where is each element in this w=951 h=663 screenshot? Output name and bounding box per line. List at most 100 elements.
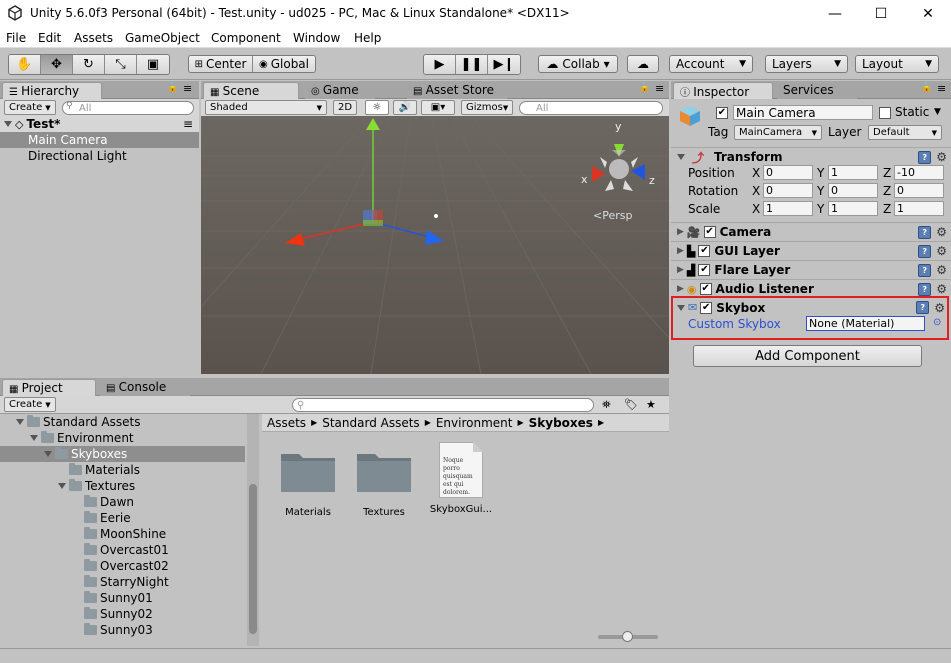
menu-window[interactable]: Window xyxy=(293,31,340,45)
close-button[interactable]: ✕ xyxy=(905,0,951,28)
layout-dropdown[interactable]: Layout ▼ xyxy=(855,55,939,73)
static-checkbox[interactable] xyxy=(879,107,891,119)
gear-icon[interactable]: ⚙ xyxy=(936,225,947,239)
minimize-button[interactable]: — xyxy=(812,0,858,28)
tree-item-dawn[interactable]: Dawn xyxy=(0,494,245,510)
breadcrumb-standard-assets[interactable]: Standard Assets xyxy=(322,416,419,430)
breadcrumb-assets[interactable]: Assets xyxy=(267,416,306,430)
layers-dropdown[interactable]: Layers ▼ xyxy=(765,55,848,73)
mode-2d-button[interactable]: 2D xyxy=(333,100,357,115)
create-dropdown[interactable]: Create ▼ xyxy=(4,100,56,115)
tab-asset-store[interactable]: ▤ Asset Store xyxy=(407,82,507,99)
component-enabled-checkbox[interactable]: ✔ xyxy=(699,283,712,295)
tab-game[interactable]: ◎ Game xyxy=(305,82,375,99)
foldout-arrow-icon[interactable]: ▶ xyxy=(677,246,684,256)
panel-menu-icon[interactable]: ≡ xyxy=(937,82,946,95)
menu-component[interactable]: Component xyxy=(211,31,281,45)
rotation-y-input[interactable]: 0 xyxy=(828,183,878,198)
scene-root-row[interactable]: ◇ Test* ≡ xyxy=(0,116,199,132)
tree-item-overcast02[interactable]: Overcast02 xyxy=(0,558,245,574)
tree-item-starrynight[interactable]: StarryNight xyxy=(0,574,245,590)
asset-folder-materials[interactable]: Materials xyxy=(278,448,338,528)
gear-icon[interactable]: ⚙ xyxy=(936,244,947,258)
foldout-arrow-icon[interactable]: ▶ xyxy=(677,227,684,237)
rotation-z-input[interactable]: 0 xyxy=(894,183,944,198)
lighting-toggle-icon[interactable]: ☼ xyxy=(365,100,389,115)
component-enabled-checkbox[interactable]: ✔ xyxy=(698,245,711,257)
custom-skybox-field[interactable]: None (Material) xyxy=(806,316,925,331)
panel-menu-icon[interactable]: ≡ xyxy=(183,82,192,95)
gear-icon[interactable]: ⚙ xyxy=(936,263,947,277)
flare-layer-component-header[interactable]: ▶ ▟ ✔ Flare Layer ? ⚙ xyxy=(671,260,951,279)
tree-item-overcast01[interactable]: Overcast01 xyxy=(0,542,245,558)
gear-icon[interactable]: ⚙ xyxy=(934,301,945,315)
play-button[interactable]: ▶ xyxy=(424,55,456,74)
lock-icon[interactable]: 🔒 xyxy=(167,83,178,93)
menu-assets[interactable]: Assets xyxy=(74,31,113,45)
hierarchy-item-main-camera[interactable]: Main Camera xyxy=(0,132,199,148)
tag-dropdown[interactable]: MainCamera ▼ xyxy=(734,125,822,140)
scene-viewport[interactable]: y x z <Persp xyxy=(201,116,669,374)
tree-item-skyboxes[interactable]: Skyboxes xyxy=(0,446,245,462)
account-dropdown[interactable]: Account ▼ xyxy=(669,55,753,73)
scene-search-input[interactable]: All xyxy=(519,101,663,115)
panel-menu-icon[interactable]: ≡ xyxy=(655,82,664,95)
tab-console[interactable]: ▤ Console xyxy=(100,379,190,396)
tree-item-eerie[interactable]: Eerie xyxy=(0,510,245,526)
maximize-button[interactable]: ☐ xyxy=(858,0,904,28)
scale-y-input[interactable]: 1 xyxy=(828,201,878,216)
component-enabled-checkbox[interactable]: ✔ xyxy=(700,301,713,314)
tree-item-materials[interactable]: Materials xyxy=(0,462,245,478)
add-component-button[interactable]: Add Component xyxy=(693,345,922,367)
tree-item-moonshine[interactable]: MoonShine xyxy=(0,526,245,542)
tab-hierarchy[interactable]: ☰ Hierarchy xyxy=(2,82,102,99)
expand-arrow-icon[interactable] xyxy=(4,121,12,127)
position-y-input[interactable]: 1 xyxy=(828,165,878,180)
rect-icon[interactable]: ▣ xyxy=(137,55,169,74)
breadcrumb-environment[interactable]: Environment xyxy=(436,416,513,430)
menu-edit[interactable]: Edit xyxy=(38,31,61,45)
expand-arrow-icon[interactable] xyxy=(30,435,38,441)
foldout-arrow-icon[interactable]: ▶ xyxy=(677,284,684,294)
skybox-component-header[interactable]: ✉ ✔ Skybox ? ⚙ xyxy=(673,298,947,317)
project-create-dropdown[interactable]: Create ▼ xyxy=(4,397,56,412)
position-z-input[interactable]: -10 xyxy=(894,165,944,180)
menu-gameobject[interactable]: GameObject xyxy=(125,31,200,45)
tab-inspector[interactable]: ⓘ Inspector xyxy=(673,82,773,99)
gizmos-dropdown[interactable]: Gizmos ▼ xyxy=(461,100,513,115)
shading-dropdown[interactable]: Shaded ▼ xyxy=(205,100,327,115)
projection-label[interactable]: <Persp xyxy=(593,209,632,222)
hierarchy-item-directional-light[interactable]: Directional Light xyxy=(0,148,199,164)
breadcrumb-skyboxes[interactable]: Skyboxes xyxy=(529,416,593,430)
scale-z-input[interactable]: 1 xyxy=(894,201,944,216)
help-book-icon[interactable]: ? xyxy=(918,244,932,258)
object-picker-icon[interactable]: ⊙ xyxy=(933,317,941,328)
scale-icon[interactable]: ⤡ xyxy=(105,55,137,74)
icon-size-slider[interactable] xyxy=(598,631,658,642)
hand-icon[interactable]: ✋ xyxy=(9,55,41,74)
tab-scene[interactable]: ▦ Scene xyxy=(203,82,299,99)
foldout-arrow-icon[interactable] xyxy=(677,304,685,311)
position-x-input[interactable]: 0 xyxy=(763,165,813,180)
lock-icon[interactable]: 🔒 xyxy=(921,83,932,93)
rotation-x-input[interactable]: 0 xyxy=(763,183,813,198)
help-book-icon[interactable]: ? xyxy=(918,263,932,277)
transform-header[interactable]: ⤴ Transform ? ⚙ xyxy=(671,147,951,166)
tab-services[interactable]: Services xyxy=(777,82,857,99)
tree-scrollbar-thumb[interactable] xyxy=(249,484,257,634)
static-dropdown-icon[interactable]: ▼ xyxy=(934,107,941,117)
help-book-icon[interactable]: ? xyxy=(918,225,932,239)
expand-arrow-icon[interactable] xyxy=(44,451,52,457)
lock-icon[interactable]: 🔒 xyxy=(639,83,650,93)
help-book-icon[interactable]: ? xyxy=(916,301,930,314)
pivot-center-button[interactable]: ⊞ Center xyxy=(189,56,253,72)
filter-by-label-icon[interactable]: 🏷 xyxy=(624,398,638,411)
tree-item-sunny02[interactable]: Sunny02 xyxy=(0,606,245,622)
filter-by-type-icon[interactable]: ⛯ xyxy=(602,398,611,412)
audio-toggle-icon[interactable]: 🔊 xyxy=(393,100,417,115)
expand-arrow-icon[interactable] xyxy=(16,419,24,425)
project-search-input[interactable]: ⚲ xyxy=(292,398,594,412)
component-enabled-checkbox[interactable]: ✔ xyxy=(703,226,716,238)
menu-file[interactable]: File xyxy=(6,31,26,45)
help-book-icon[interactable]: ? xyxy=(918,282,932,296)
